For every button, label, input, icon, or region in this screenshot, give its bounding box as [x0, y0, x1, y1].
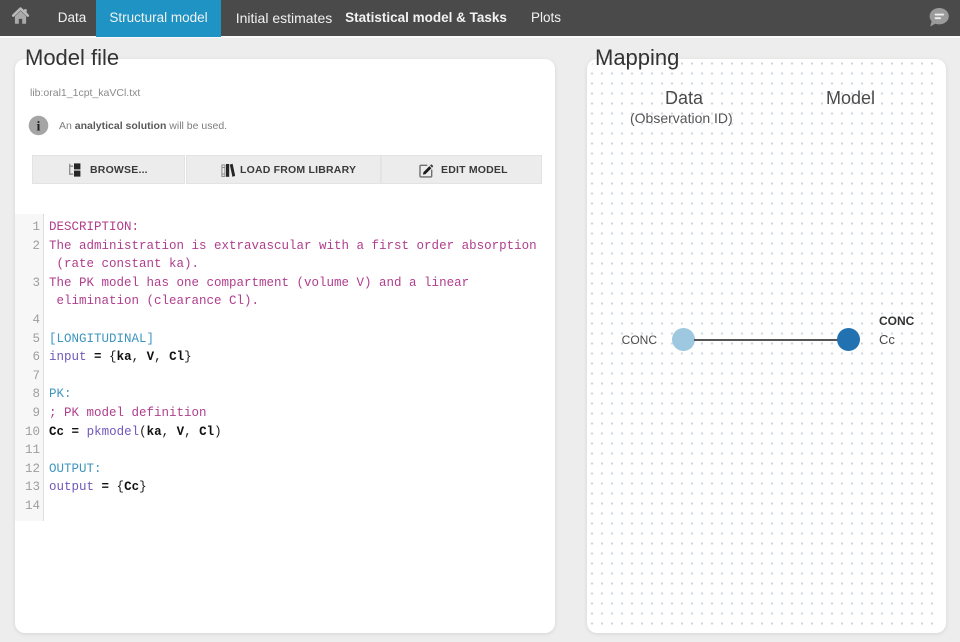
- svg-text:i: i: [37, 119, 41, 134]
